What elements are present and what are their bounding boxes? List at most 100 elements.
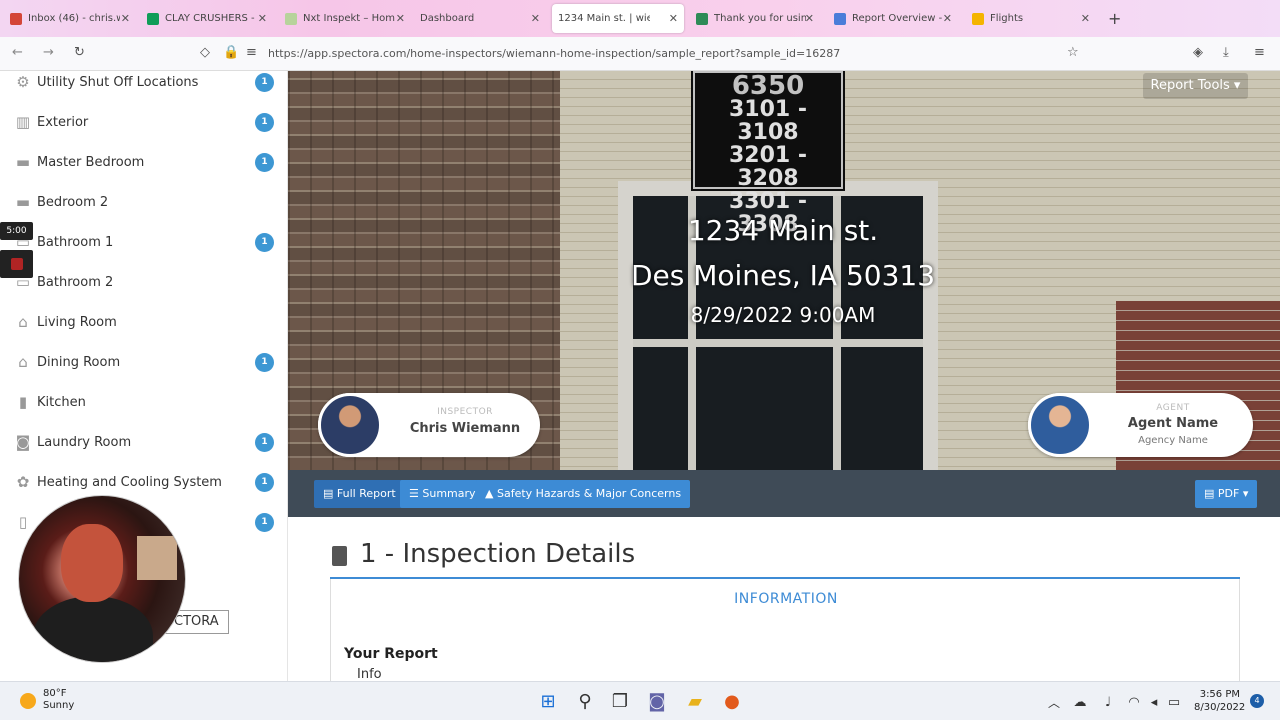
firefox-icon[interactable]: ●	[721, 691, 743, 713]
sun-icon[interactable]	[20, 693, 36, 709]
report-tools-dropdown[interactable]: Report Tools ▾	[1143, 73, 1248, 99]
stop-recording-button[interactable]	[0, 250, 33, 278]
url-field[interactable]: https://app.spectora.com/home-inspectors…	[268, 47, 840, 60]
agent-avatar	[1028, 393, 1092, 457]
close-icon[interactable]: ✕	[396, 12, 405, 25]
weather-temp: 80°F	[43, 688, 67, 699]
sidebar-item-utility[interactable]: ⚙ Utility Shut Off Locations 1	[0, 71, 287, 102]
system-clock[interactable]: 3:56 PM 8/30/2022	[1194, 688, 1246, 714]
sidebar-item-label: Laundry Room	[37, 434, 132, 450]
agent-card[interactable]: AGENT Agent Name Agency Name	[1028, 393, 1253, 457]
close-icon[interactable]: ✕	[531, 12, 540, 25]
forward-icon[interactable]: →	[43, 45, 54, 60]
tab-dashboard[interactable]: Dashboard ✕	[414, 4, 546, 33]
close-icon[interactable]: ✕	[1081, 12, 1090, 25]
microphone-icon[interactable]: ♩	[1097, 692, 1119, 714]
sidebar-item-laundry-room[interactable]: ◙ Laundry Room 1	[0, 422, 287, 462]
sidebar-item-kitchen[interactable]: ▮ Kitchen	[0, 382, 287, 422]
close-icon[interactable]: ✕	[121, 12, 130, 25]
tab-thank-you[interactable]: Thank you for using ✕	[690, 4, 820, 33]
menu-icon[interactable]: ≡	[1254, 45, 1265, 60]
reload-icon[interactable]: ↻	[74, 45, 85, 60]
tab-flights[interactable]: Flights ✕	[966, 4, 1096, 33]
information-panel: INFORMATION Your Report Info	[330, 579, 1240, 681]
clock-time: 3:56 PM	[1199, 689, 1240, 700]
sidebar-item-living-room[interactable]: ⌂ Living Room	[0, 302, 287, 342]
tab-clay-crushers[interactable]: CLAY CRUSHERS - G ✕	[141, 4, 273, 33]
sidebar-item-heating-cooling[interactable]: ✿ Heating and Cooling System 1	[0, 462, 287, 502]
new-tab-button[interactable]: +	[1108, 9, 1121, 28]
notification-badge[interactable]: 4	[1250, 694, 1264, 708]
inspection-datetime: 8/29/2022 9:00AM	[690, 303, 876, 327]
close-icon[interactable]: ✕	[943, 12, 952, 25]
sidebar-item-label: Kitchen	[37, 394, 86, 410]
safety-hazards-button[interactable]: ▲ Safety Hazards & Major Concerns	[476, 480, 691, 508]
battery-icon[interactable]: ▭	[1163, 692, 1185, 714]
count-badge: 1	[255, 152, 274, 172]
your-report-heading: Your Report	[344, 646, 438, 662]
close-icon[interactable]: ✕	[805, 12, 814, 25]
fridge-icon: ▮	[18, 393, 28, 411]
sidebar-item-bathroom-2[interactable]: ▭ Bathroom 2	[0, 262, 287, 302]
sidebar-item-label: Living Room	[37, 314, 117, 330]
teams-chat-icon[interactable]: ◙	[646, 691, 668, 713]
sidebar-item-dining-room[interactable]: ⌂ Dining Room 1	[0, 342, 287, 382]
tab-inbox[interactable]: Inbox (46) - chris.wi ✕	[4, 4, 136, 33]
close-icon[interactable]: ✕	[258, 12, 267, 25]
home-icon: ⌂	[18, 313, 28, 331]
download-icon[interactable]: ⤓	[1223, 45, 1229, 60]
section-title: 1 - Inspection Details	[330, 539, 635, 569]
pdf-dropdown-button[interactable]: ▤ PDF ▾	[1195, 480, 1258, 508]
volume-icon[interactable]: ◂	[1143, 692, 1165, 714]
shield-icon[interactable]: ◇	[200, 45, 210, 60]
count-badge: 1	[255, 232, 274, 252]
search-icon[interactable]: ⚲	[574, 691, 596, 713]
agency-name: Agency Name	[1138, 435, 1208, 446]
summary-button[interactable]: ☰ Summary	[400, 480, 485, 508]
onedrive-icon[interactable]: ☁	[1069, 692, 1091, 714]
inspector-name: Chris Wiemann	[409, 421, 521, 436]
pocket-icon[interactable]: ◈	[1193, 45, 1203, 60]
inspector-avatar	[318, 393, 382, 457]
wifi-icon[interactable]: ◠	[1123, 692, 1145, 714]
back-icon[interactable]: ←	[12, 45, 23, 60]
inspector-role: INSPECTOR	[437, 407, 493, 417]
sidebar-item-bathroom-1[interactable]: ▭ Bathroom 1 1	[0, 222, 287, 262]
task-view-icon[interactable]: ❐	[609, 691, 631, 713]
webcam-overlay	[18, 495, 186, 663]
sheets-icon	[147, 12, 159, 25]
count-badge: 1	[255, 432, 274, 452]
tab-main-report[interactable]: 1234 Main st. | wiemann ✕	[552, 4, 684, 33]
chevron-up-icon[interactable]: ︿	[1043, 692, 1065, 714]
lock-icon[interactable]: 🔒	[223, 45, 239, 60]
document-icon: ▤	[323, 487, 337, 500]
property-address-line2: Des Moines, IA 50313	[630, 259, 936, 292]
address-bar: ← → ↻ ◇ 🔒 ≡ https://app.spectora.com/hom…	[0, 37, 1280, 71]
sidebar-item-exterior[interactable]: ▥ Exterior 1	[0, 102, 287, 142]
clock-date: 8/30/2022	[1194, 702, 1246, 713]
fan-icon: ✿	[16, 473, 30, 491]
inspector-card[interactable]: INSPECTOR Chris Wiemann	[318, 393, 540, 457]
tab-title: Nxt Inspekt – Home	[303, 13, 395, 24]
bed-icon: ▬	[15, 193, 31, 211]
person-head	[61, 524, 123, 602]
close-icon[interactable]: ✕	[669, 12, 678, 25]
full-report-button[interactable]: ▤ Full Report	[314, 480, 405, 508]
tab-title: Report Overview - H	[852, 13, 944, 24]
tab-report-overview[interactable]: Report Overview - H ✕	[828, 4, 958, 33]
tab-title: Dashboard	[420, 13, 475, 24]
bookmark-star-icon[interactable]: ☆	[1067, 45, 1079, 60]
summary-label: Summary	[422, 487, 476, 500]
sidebar-item-label: Exterior	[37, 114, 89, 130]
report-view-toolbar: ▤ Full Report ☰ Summary ▲ Safety Hazards…	[288, 470, 1280, 517]
file-explorer-icon[interactable]: ▰	[684, 691, 706, 713]
report-content: 1 - Inspection Details INFORMATION Your …	[288, 517, 1280, 681]
permissions-icon[interactable]: ≡	[246, 45, 257, 60]
weather-widget[interactable]: 80°F Sunny	[43, 688, 74, 712]
sidebar-item-bedroom-2[interactable]: ▬ Bedroom 2	[0, 182, 287, 222]
sidebar-item-master-bedroom[interactable]: ▬ Master Bedroom 1	[0, 142, 287, 182]
information-header: INFORMATION	[734, 591, 838, 607]
windows-start-icon[interactable]: ⊞	[537, 691, 559, 713]
sidebar-item-label: Master Bedroom	[37, 154, 145, 170]
tab-nxt-inspekt[interactable]: Nxt Inspekt – Home ✕	[279, 4, 411, 33]
